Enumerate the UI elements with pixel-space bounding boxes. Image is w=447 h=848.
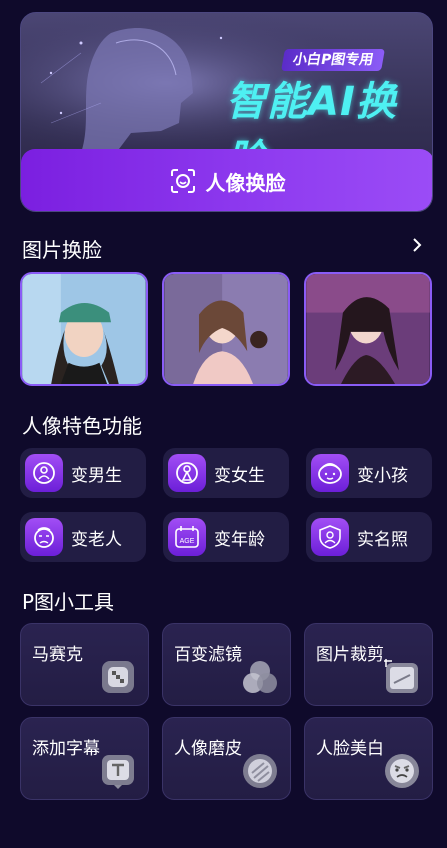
face-swap-button-label: 人像换脸 [205,170,286,195]
filter-icon [243,661,277,693]
feature-to-child[interactable]: 变小孩 [306,448,432,498]
tool-label: 百变滤镜 [174,645,242,665]
hero-banner: 小白P图专用 智能AI换脸 人像换脸 [20,12,433,212]
hero-tag: 小白P图专用 [281,49,386,71]
portrait-photo [306,274,430,384]
tool-crop[interactable]: 图片裁剪 [304,623,433,706]
tool-label: 图片裁剪 [316,645,384,665]
chevron-right-icon[interactable] [410,236,424,254]
features-title: 人像特色功能 [22,414,142,438]
whitening-icon [385,754,419,788]
feature-label: 实名照 [357,529,408,550]
tool-label: 人像磨皮 [174,739,242,759]
tool-label: 马赛克 [32,645,83,665]
photo-1[interactable] [20,272,148,386]
tool-smooth-skin[interactable]: 人像磨皮 [162,717,291,800]
portrait-photo [22,274,146,384]
elder-icon [25,518,63,556]
feature-to-male[interactable]: 变男生 [20,448,146,498]
svg-text:AGE: AGE [180,538,195,545]
photo-swap-title: 图片换脸 [22,238,102,262]
tool-mosaic[interactable]: 马赛克 [20,623,149,706]
tool-subtitle[interactable]: 添加字幕 [20,717,149,800]
tool-filter[interactable]: 百变滤镜 [162,623,291,706]
id-photo-icon [311,518,349,556]
child-icon [311,454,349,492]
feature-label: 变女生 [214,465,265,486]
feature-to-elder[interactable]: 变老人 [20,512,146,562]
tool-label: 添加字幕 [32,739,100,759]
tools-title: P图小工具 [22,590,115,614]
smooth-skin-icon [243,754,277,788]
photo-3[interactable] [304,272,432,386]
feature-id-photo[interactable]: 实名照 [306,512,432,562]
subtitle-icon [102,755,134,789]
female-icon [168,454,206,492]
tool-label: 人脸美白 [316,739,384,759]
tool-whitening[interactable]: 人脸美白 [304,717,433,800]
feature-to-female[interactable]: 变女生 [163,448,289,498]
portrait-photo [164,274,288,384]
feature-label: 变小孩 [357,465,408,486]
male-icon [25,454,63,492]
feature-label: 变老人 [71,529,122,550]
feature-label: 变男生 [71,465,122,486]
photo-2[interactable] [162,272,290,386]
face-swap-button[interactable]: 人像换脸 [21,149,432,211]
face-scan-icon [170,169,195,193]
crop-icon [384,659,418,693]
feature-label: 变年龄 [214,529,265,550]
feature-change-age[interactable]: AGE 变年龄 [163,512,289,562]
mosaic-icon [102,661,134,693]
age-icon: AGE [168,518,206,556]
